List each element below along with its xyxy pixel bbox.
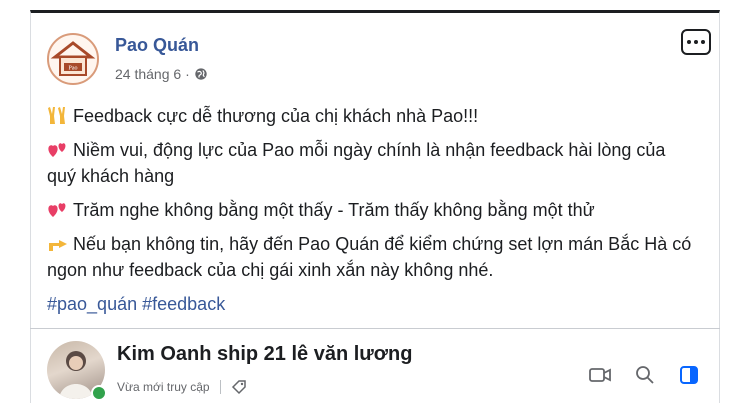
sidebar-toggle-button[interactable]: [679, 365, 699, 385]
chat-header: Kim Oanh ship 21 lê văn lương Vừa mới tr…: [30, 329, 720, 403]
post-paragraph: Feedback cực dễ thương của chị khách nhà…: [47, 103, 697, 129]
search-icon: [636, 366, 654, 384]
hearts-icon: [48, 143, 66, 157]
chat-actions: [589, 365, 699, 385]
hashtag-link[interactable]: #pao_quán: [47, 294, 137, 314]
pointing-hand-icon: [49, 240, 67, 251]
paragraph-text: Nếu bạn không tin, hãy đến Pao Quán để k…: [47, 234, 692, 280]
tag-icon[interactable]: [231, 379, 247, 395]
video-call-button[interactable]: [589, 366, 611, 384]
paragraph-text: Niềm vui, động lực của Pao mỗi ngày chín…: [47, 140, 666, 186]
meta-separator: ·: [185, 66, 190, 82]
paragraph-text: Trăm nghe không bằng một thấy - Trăm thấ…: [73, 200, 595, 220]
more-dot-icon: [694, 40, 698, 44]
post-date[interactable]: 24 tháng 6: [115, 66, 181, 82]
paragraph-text: Feedback cực dễ thương của chị khách nhà…: [73, 106, 479, 126]
victory-hands-icon: [48, 107, 65, 124]
online-status-dot: [91, 385, 107, 401]
post-card: Pao Pao Quán 24 tháng 6 · Feedback cực d…: [30, 10, 720, 328]
pao-logo-icon: Pao: [50, 41, 96, 76]
more-dot-icon: [687, 40, 691, 44]
globe-icon[interactable]: [194, 67, 208, 81]
post-body: Feedback cực dễ thương của chị khách nhà…: [47, 103, 697, 317]
hearts-icon: [48, 203, 66, 217]
video-camera-icon: [589, 368, 611, 382]
post-paragraph: Nếu bạn không tin, hãy đến Pao Quán để k…: [47, 231, 697, 283]
sidebar-panel-icon: [680, 366, 698, 384]
page-name-link[interactable]: Pao Quán: [115, 35, 199, 56]
chat-contact-name[interactable]: Kim Oanh ship 21 lê văn lương: [117, 343, 412, 366]
post-meta: 24 tháng 6 ·: [115, 66, 208, 82]
page-avatar[interactable]: Pao: [47, 33, 99, 85]
logo-text: Pao: [69, 66, 78, 72]
post-paragraph: Niềm vui, động lực của Pao mỗi ngày chín…: [47, 137, 697, 189]
status-separator: [219, 380, 221, 394]
more-options-button[interactable]: [681, 29, 711, 55]
hashtags: #pao_quán #feedback: [47, 291, 697, 317]
last-active-text: Vừa mới truy cập: [117, 380, 210, 394]
post-paragraph: Trăm nghe không bằng một thấy - Trăm thấ…: [47, 197, 697, 223]
search-button[interactable]: [635, 365, 655, 385]
more-dot-icon: [701, 40, 705, 44]
hashtag-link[interactable]: #feedback: [142, 294, 225, 314]
chat-status: Vừa mới truy cập: [117, 379, 247, 395]
